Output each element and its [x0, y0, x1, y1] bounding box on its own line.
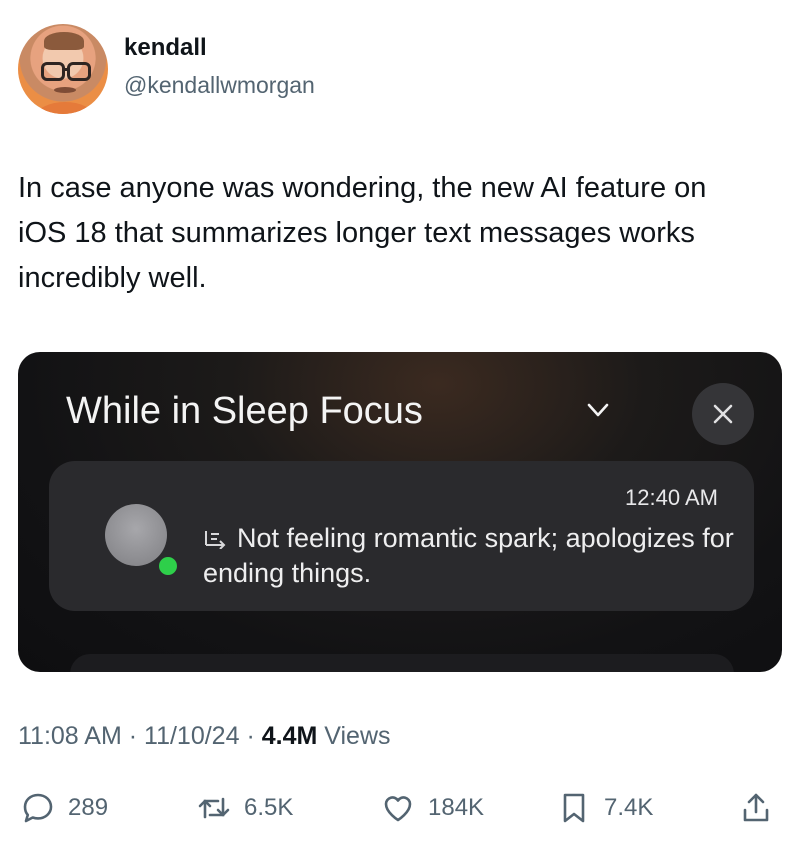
views-label: Views — [324, 722, 391, 750]
tweet-media-image[interactable]: While in Sleep Focus 12:40 AM Not feelin… — [18, 352, 782, 672]
reply-icon — [23, 793, 53, 823]
notification-card[interactable]: 12:40 AM Not feeling romantic spark; apo… — [49, 461, 754, 611]
repost-button[interactable]: 6.5K — [196, 768, 293, 848]
focus-header: While in Sleep Focus — [66, 390, 423, 432]
heart-icon — [384, 796, 412, 822]
online-status-dot — [156, 554, 180, 578]
repost-count: 6.5K — [244, 794, 294, 821]
repost-icon — [198, 797, 230, 819]
contact-avatar — [105, 504, 167, 566]
bookmark-button[interactable]: 7.4K — [556, 768, 653, 848]
reply-button[interactable]: 289 — [20, 768, 108, 848]
views-count: 4.4M — [261, 722, 318, 750]
tweet-time[interactable]: 11:08 AM — [18, 722, 122, 750]
next-notification-card — [70, 654, 734, 672]
notification-summary: Not feeling romantic spark; apologizes f… — [203, 523, 734, 588]
author-name[interactable]: kendall — [124, 34, 207, 62]
tweet-text: In case anyone was wondering, the new AI… — [18, 172, 707, 294]
close-icon — [713, 404, 733, 424]
reply-count: 289 — [68, 794, 109, 821]
share-icon — [743, 793, 769, 822]
tweet-meta: 11:08 AM · 11/10/24 · 4.4M Views — [18, 722, 391, 750]
close-button[interactable] — [692, 383, 754, 445]
author-avatar[interactable] — [18, 24, 108, 114]
author-handle[interactable]: @kendallwmorgan — [124, 72, 315, 99]
like-count: 184K — [428, 794, 485, 821]
tweet-actions: 289 6.5K 184K 7.4K — [0, 768, 800, 848]
bookmark-icon — [563, 793, 585, 823]
chevron-down-icon — [587, 403, 609, 417]
tweet-date[interactable]: 11/10/24 — [144, 722, 239, 750]
share-button[interactable] — [738, 768, 774, 848]
like-button[interactable]: 184K — [380, 768, 484, 848]
notification-time: 12:40 AM — [625, 485, 718, 510]
bookmark-count: 7.4K — [604, 794, 654, 821]
